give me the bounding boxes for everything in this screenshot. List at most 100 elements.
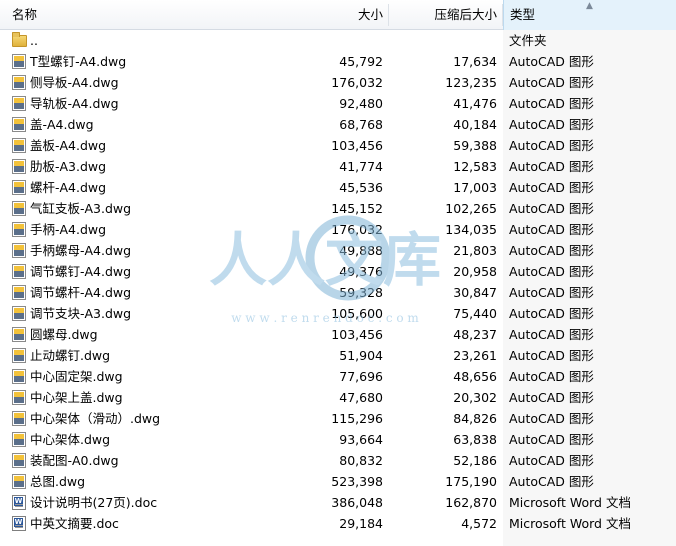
file-size: 59,328 <box>339 285 383 300</box>
autocad-file-icon <box>12 75 26 90</box>
file-row[interactable]: 手柄-A4.dwg 176,032 134,035 AutoCAD 图形 <box>0 219 676 240</box>
file-name: 中心架上盖.dwg <box>30 390 123 405</box>
file-row[interactable]: 圆螺母.dwg 103,456 48,237 AutoCAD 图形 <box>0 324 676 345</box>
file-icon-wrap <box>12 222 27 237</box>
autocad-file-icon <box>12 159 26 174</box>
file-size: 523,398 <box>331 474 383 489</box>
file-compressed-size: 75,440 <box>453 306 497 321</box>
file-row[interactable]: 手柄螺母-A4.dwg 49,888 21,803 AutoCAD 图形 <box>0 240 676 261</box>
file-compressed-size: 52,186 <box>453 453 497 468</box>
file-name: 调节螺杆-A4.dwg <box>30 285 132 300</box>
file-row[interactable]: 导轨板-A4.dwg 92,480 41,476 AutoCAD 图形 <box>0 93 676 114</box>
file-row[interactable]: 总图.dwg 523,398 175,190 AutoCAD 图形 <box>0 471 676 492</box>
file-name: 盖-A4.dwg <box>30 117 94 132</box>
file-row[interactable]: 气缸支板-A3.dwg 145,152 102,265 AutoCAD 图形 <box>0 198 676 219</box>
sort-ascending-icon: ▲ <box>586 1 593 11</box>
file-row[interactable]: 中心架体.dwg 93,664 63,838 AutoCAD 图形 <box>0 429 676 450</box>
file-name: 圆螺母.dwg <box>30 327 98 342</box>
file-type: AutoCAD 图形 <box>509 264 594 279</box>
file-type: AutoCAD 图形 <box>509 348 594 363</box>
file-row[interactable]: 止动螺钉.dwg 51,904 23,261 AutoCAD 图形 <box>0 345 676 366</box>
column-header-size[interactable]: 大小 <box>312 0 383 30</box>
file-compressed-size: 17,634 <box>453 54 497 69</box>
file-icon-wrap <box>12 96 27 111</box>
file-compressed-size: 134,035 <box>445 222 497 237</box>
file-type: AutoCAD 图形 <box>509 474 594 489</box>
autocad-file-icon <box>12 201 26 216</box>
file-size: 176,032 <box>331 75 383 90</box>
file-row[interactable]: 调节螺杆-A4.dwg 59,328 30,847 AutoCAD 图形 <box>0 282 676 303</box>
file-name: 气缸支板-A3.dwg <box>30 201 132 216</box>
file-name: 中英文摘要.doc <box>30 516 119 531</box>
autocad-file-icon <box>12 453 26 468</box>
column-header-compressed-size[interactable]: 压缩后大小 <box>389 0 497 30</box>
file-size: 105,600 <box>331 306 383 321</box>
autocad-file-icon <box>12 369 26 384</box>
file-icon-wrap <box>12 390 27 405</box>
file-size: 176,032 <box>331 222 383 237</box>
file-row[interactable]: 螺杆-A4.dwg 45,536 17,003 AutoCAD 图形 <box>0 177 676 198</box>
file-compressed-size: 21,803 <box>453 243 497 258</box>
file-name: 装配图-A0.dwg <box>30 453 119 468</box>
file-row[interactable]: 中心架上盖.dwg 47,680 20,302 AutoCAD 图形 <box>0 387 676 408</box>
file-row[interactable]: 调节螺钉-A4.dwg 49,376 20,958 AutoCAD 图形 <box>0 261 676 282</box>
file-type: Microsoft Word 文档 <box>509 516 631 531</box>
file-compressed-size: 123,235 <box>445 75 497 90</box>
file-row[interactable]: 中英文摘要.doc 29,184 4,572 Microsoft Word 文档 <box>0 513 676 534</box>
file-icon-wrap <box>12 495 27 510</box>
file-size: 45,792 <box>339 54 383 69</box>
word-doc-icon <box>12 516 26 531</box>
file-row[interactable]: 盖板-A4.dwg 103,456 59,388 AutoCAD 图形 <box>0 135 676 156</box>
folder-icon <box>12 32 27 47</box>
file-name: 调节螺钉-A4.dwg <box>30 264 132 279</box>
autocad-file-icon <box>12 243 26 258</box>
file-compressed-size: 17,003 <box>453 180 497 195</box>
file-row[interactable]: .. 文件夹 <box>0 30 676 51</box>
file-icon-wrap <box>12 32 27 48</box>
autocad-file-icon <box>12 54 26 69</box>
file-type: AutoCAD 图形 <box>509 327 594 342</box>
file-type: Microsoft Word 文档 <box>509 495 631 510</box>
file-type: AutoCAD 图形 <box>509 117 594 132</box>
file-name: 盖板-A4.dwg <box>30 138 107 153</box>
file-type: AutoCAD 图形 <box>509 222 594 237</box>
file-type: AutoCAD 图形 <box>509 138 594 153</box>
file-row[interactable]: 调节支块-A3.dwg 105,600 75,440 AutoCAD 图形 <box>0 303 676 324</box>
autocad-file-icon <box>12 432 26 447</box>
column-header-name[interactable]: 名称 <box>12 0 312 30</box>
file-compressed-size: 20,302 <box>453 390 497 405</box>
file-compressed-size: 4,572 <box>461 516 497 531</box>
file-row[interactable]: 盖-A4.dwg 68,768 40,184 AutoCAD 图形 <box>0 114 676 135</box>
file-icon-wrap <box>12 369 27 384</box>
file-compressed-size: 59,388 <box>453 138 497 153</box>
file-icon-wrap <box>12 516 27 531</box>
file-compressed-size: 40,184 <box>453 117 497 132</box>
file-type: AutoCAD 图形 <box>509 75 594 90</box>
file-type: AutoCAD 图形 <box>509 180 594 195</box>
file-icon-wrap <box>12 411 27 426</box>
file-row[interactable]: 设计说明书(27页).doc 386,048 162,870 Microsoft Wo… <box>0 492 676 513</box>
file-compressed-size: 102,265 <box>445 201 497 216</box>
file-row[interactable]: T型螺钉-A4.dwg 45,792 17,634 AutoCAD 图形 <box>0 51 676 72</box>
file-icon-wrap <box>12 285 27 300</box>
file-size: 115,296 <box>331 411 383 426</box>
autocad-file-icon <box>12 96 26 111</box>
file-compressed-size: 41,476 <box>453 96 497 111</box>
file-row[interactable]: 肋板-A3.dwg 41,774 12,583 AutoCAD 图形 <box>0 156 676 177</box>
file-row[interactable]: 侧导板-A4.dwg 176,032 123,235 AutoCAD 图形 <box>0 72 676 93</box>
file-size: 80,832 <box>339 453 383 468</box>
file-compressed-size: 30,847 <box>453 285 497 300</box>
autocad-file-icon <box>12 306 26 321</box>
file-compressed-size: 20,958 <box>453 264 497 279</box>
file-row[interactable]: 中心固定架.dwg 77,696 48,656 AutoCAD 图形 <box>0 366 676 387</box>
file-size: 68,768 <box>339 117 383 132</box>
file-type: AutoCAD 图形 <box>509 432 594 447</box>
file-name: 中心固定架.dwg <box>30 369 123 384</box>
file-size: 92,480 <box>339 96 383 111</box>
file-icon-wrap <box>12 75 27 90</box>
file-type: AutoCAD 图形 <box>509 453 594 468</box>
file-row[interactable]: 中心架体（滑动）.dwg 115,296 84,826 AutoCAD 图形 <box>0 408 676 429</box>
file-size: 145,152 <box>331 201 383 216</box>
file-type: AutoCAD 图形 <box>509 306 594 321</box>
file-row[interactable]: 装配图-A0.dwg 80,832 52,186 AutoCAD 图形 <box>0 450 676 471</box>
